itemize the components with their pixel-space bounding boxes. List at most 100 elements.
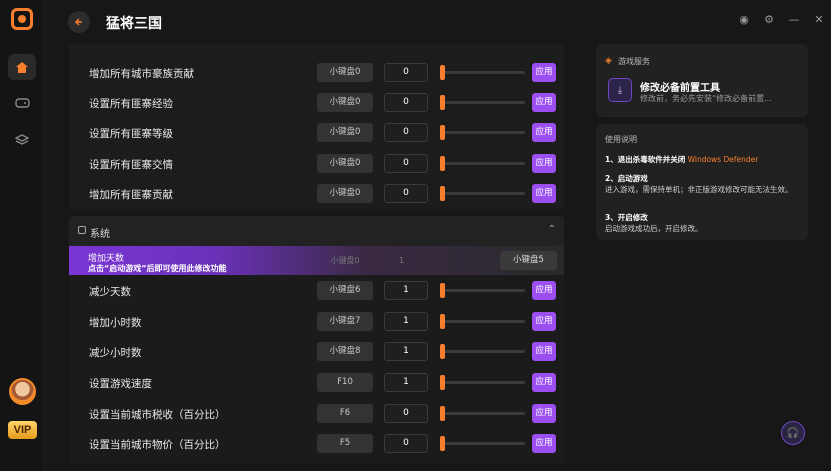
apply-button[interactable]: 应用 xyxy=(532,434,556,453)
value-input[interactable]: 1 xyxy=(384,373,428,392)
disabled-cheat-row: 增加天数 点击“启动游戏”后即可使用此修改功能 小键盘0 1 小键盘5 xyxy=(69,246,564,275)
cheat-row: 设置所有匪寨经验 小键盘0 0 应用 xyxy=(69,87,564,118)
apply-button[interactable]: 应用 xyxy=(532,63,556,82)
hotkey-button[interactable]: 小键盘0 xyxy=(317,63,373,82)
value-input[interactable]: 0 xyxy=(384,123,428,142)
hotkey-button[interactable]: F5 xyxy=(317,434,373,453)
apply-button[interactable]: 应用 xyxy=(532,373,556,392)
minimize-icon[interactable]: — xyxy=(788,13,800,26)
apply-button[interactable]: 应用 xyxy=(532,342,556,361)
games-nav-button[interactable] xyxy=(8,90,36,116)
cheat-label: 设置所有匪寨经验 xyxy=(89,98,173,110)
user-avatar[interactable] xyxy=(9,378,36,405)
slider-thumb[interactable] xyxy=(440,344,445,359)
home-nav-button[interactable] xyxy=(8,54,36,80)
vip-badge[interactable]: VIP xyxy=(8,421,37,439)
value-input[interactable]: 0 xyxy=(384,63,428,82)
value-slider[interactable] xyxy=(440,125,525,140)
support-headset-button[interactable]: 🎧 xyxy=(781,421,805,445)
card-title: 游戏服务 xyxy=(618,57,650,66)
cheat-row: 增加所有城市豪族贡献 小键盘0 0 应用 xyxy=(69,57,564,88)
chevron-up-icon[interactable]: ⌃ xyxy=(548,224,556,235)
headset-icon: 🎧 xyxy=(786,427,800,439)
slider-thumb[interactable] xyxy=(440,95,445,110)
card-title: 使用说明 xyxy=(605,135,637,144)
value-slider[interactable] xyxy=(440,375,525,390)
hotkey-button[interactable]: 小键盘7 xyxy=(317,312,373,331)
slider-thumb[interactable] xyxy=(440,156,445,171)
apply-button[interactable]: 应用 xyxy=(532,154,556,173)
hotkey-button[interactable]: 小键盘8 xyxy=(317,342,373,361)
cheat-label: 增加所有匪寨贡献 xyxy=(89,189,173,201)
slider-thumb[interactable] xyxy=(440,186,445,201)
cheat-label: 设置游戏速度 xyxy=(89,378,152,390)
notification-icon[interactable]: ◉ xyxy=(738,13,750,26)
apply-button[interactable]: 应用 xyxy=(532,123,556,142)
slider-thumb[interactable] xyxy=(440,375,445,390)
cheat-label: 设置所有匪寨等级 xyxy=(89,128,173,140)
value-input[interactable]: 0 xyxy=(384,434,428,453)
home-icon xyxy=(16,61,28,73)
cheat-label: 设置所有匪寨交情 xyxy=(89,159,173,171)
value-slider[interactable] xyxy=(440,436,525,451)
value-input[interactable]: 0 xyxy=(384,184,428,203)
back-button[interactable] xyxy=(68,11,90,33)
value-slider[interactable] xyxy=(440,65,525,80)
value-slider[interactable] xyxy=(440,186,525,201)
value-slider[interactable] xyxy=(440,95,525,110)
cheat-row: 设置所有匪寨交情 小键盘0 0 应用 xyxy=(69,148,564,179)
value-slider[interactable] xyxy=(440,283,525,298)
slider-thumb[interactable] xyxy=(440,125,445,140)
close-icon[interactable]: ✕ xyxy=(813,13,825,26)
tool-description: 修改前，务必先安装“修改必备前置... xyxy=(640,94,772,103)
instruction-step-1: 1、退出杀毒软件并关闭 Windows Defender xyxy=(605,154,801,165)
launch-notice: 点击“启动游戏”后即可使用此修改功能 xyxy=(88,264,227,273)
hotkey-button[interactable]: 小键盘0 xyxy=(317,154,373,173)
app-logo-icon xyxy=(11,8,33,30)
value-input[interactable]: 0 xyxy=(384,93,428,112)
grid-icon xyxy=(78,226,86,234)
value-input[interactable]: 1 xyxy=(384,281,428,300)
window-controls: ◉ ⚙ — ✕ xyxy=(738,13,825,26)
value-input[interactable]: 0 xyxy=(384,404,428,423)
apply-button[interactable]: 应用 xyxy=(532,312,556,331)
prerequisite-tool-item[interactable]: ⤓ 修改必备前置工具 修改前，务必先安装“修改必备前置... xyxy=(608,76,802,106)
cheat-row: 增加小时数 小键盘7 1 应用 xyxy=(69,306,564,337)
value-input[interactable]: 0 xyxy=(384,154,428,173)
apply-button[interactable]: 应用 xyxy=(532,93,556,112)
value-slider[interactable] xyxy=(440,156,525,171)
hotkey-button[interactable]: 小键盘5 xyxy=(500,251,557,270)
apply-button[interactable]: 应用 xyxy=(532,184,556,203)
slider-thumb[interactable] xyxy=(440,314,445,329)
cheat-row: 设置当前城市物价（百分比） F5 0 应用 xyxy=(69,428,564,459)
hotkey-button[interactable]: 小键盘0 xyxy=(317,123,373,142)
hotkey-button: 小键盘0 xyxy=(330,256,360,265)
settings-icon[interactable]: ⚙ xyxy=(763,13,775,26)
library-nav-button[interactable] xyxy=(8,127,36,153)
step-title: 3、开启修改 xyxy=(605,213,648,222)
apply-button[interactable]: 应用 xyxy=(532,281,556,300)
value-input[interactable]: 1 xyxy=(384,312,428,331)
cheat-row: 设置游戏速度 F10 1 应用 xyxy=(69,367,564,398)
value-slider[interactable] xyxy=(440,344,525,359)
hotkey-button[interactable]: F6 xyxy=(317,404,373,423)
hotkey-button[interactable]: F10 xyxy=(317,373,373,392)
step-title: 1、退出杀毒软件并关闭 xyxy=(605,155,686,164)
value-input[interactable]: 1 xyxy=(384,342,428,361)
hotkey-button[interactable]: 小键盘6 xyxy=(317,281,373,300)
game-service-card: ◈ 游戏服务 ⤓ 修改必备前置工具 修改前，务必先安装“修改必备前置... xyxy=(596,44,808,117)
value-slider[interactable] xyxy=(440,314,525,329)
cheat-label: 设置当前城市税收（百分比） xyxy=(89,409,226,421)
section-title: 系统 xyxy=(90,229,110,240)
value-input: 1 xyxy=(399,256,405,265)
slider-thumb[interactable] xyxy=(440,406,445,421)
hotkey-button[interactable]: 小键盘0 xyxy=(317,93,373,112)
apply-button[interactable]: 应用 xyxy=(532,404,556,423)
cheat-row: 减少天数 小键盘6 1 应用 xyxy=(69,275,564,306)
slider-thumb[interactable] xyxy=(440,65,445,80)
hotkey-button[interactable]: 小键盘0 xyxy=(317,184,373,203)
slider-thumb[interactable] xyxy=(440,283,445,298)
slider-thumb[interactable] xyxy=(440,436,445,451)
value-slider[interactable] xyxy=(440,406,525,421)
system-section-header[interactable]: 系统 ⌃ xyxy=(69,216,564,246)
